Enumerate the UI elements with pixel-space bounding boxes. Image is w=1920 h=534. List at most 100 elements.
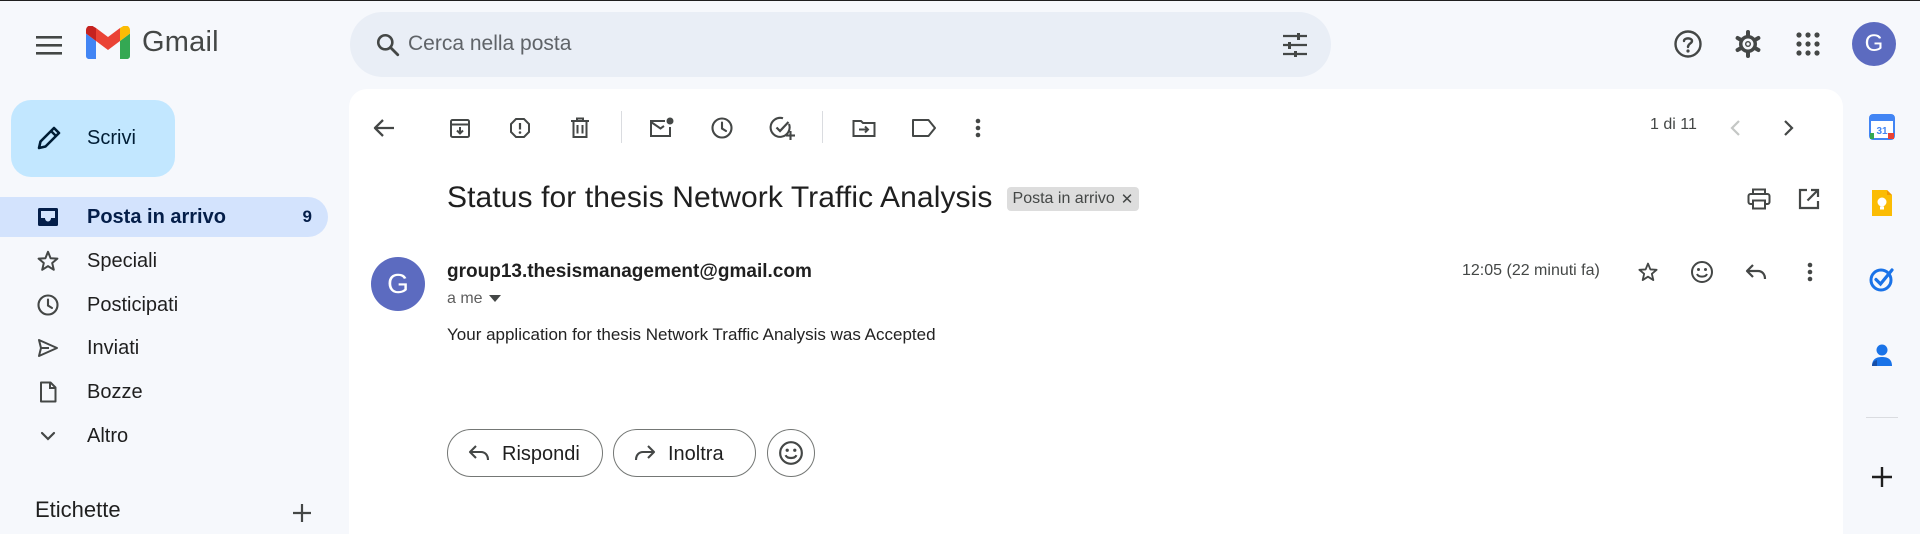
svg-text:31: 31 xyxy=(1876,126,1888,137)
report-spam-button[interactable] xyxy=(498,106,542,150)
clock-icon xyxy=(711,117,733,139)
apps-grid-icon xyxy=(1796,32,1820,56)
label-chip: Posta in arrivo ✕ xyxy=(1006,187,1140,211)
mark-unread-button[interactable] xyxy=(640,106,684,150)
more-vert-icon xyxy=(1807,262,1813,282)
google-apps-button[interactable] xyxy=(1784,20,1832,68)
tasks-app-button[interactable] xyxy=(1858,255,1906,303)
search-input[interactable] xyxy=(408,24,1208,64)
sidebar-item-drafts[interactable]: Bozze xyxy=(0,372,328,412)
older-message-button[interactable] xyxy=(1767,106,1811,150)
emoji-icon xyxy=(1691,261,1713,283)
sidebar-nav: Posta in arrivo 9 Speciali Posticipati I… xyxy=(0,197,328,460)
move-to-button[interactable] xyxy=(842,106,886,150)
search-icon xyxy=(376,33,400,57)
sidebar-item-inbox[interactable]: Posta in arrivo 9 xyxy=(0,197,328,237)
app-name: Gmail xyxy=(142,26,219,58)
delete-button[interactable] xyxy=(558,106,602,150)
back-button[interactable] xyxy=(362,106,406,150)
trash-icon xyxy=(571,117,589,138)
message-subject: Status for thesis Network Traffic Analys… xyxy=(447,181,993,214)
sidebar-item-label: Posta in arrivo xyxy=(87,206,226,228)
forward-label: Inoltra xyxy=(668,443,724,465)
create-label-button[interactable] xyxy=(286,497,318,529)
reply-button[interactable] xyxy=(1734,250,1778,294)
help-icon xyxy=(1674,30,1702,58)
archive-icon xyxy=(450,119,470,138)
contacts-app-button[interactable] xyxy=(1858,331,1906,379)
sidebar-item-sent[interactable]: Inviati xyxy=(0,328,328,368)
calendar-app-button[interactable]: 31 xyxy=(1858,103,1906,151)
labels-button[interactable] xyxy=(902,106,946,150)
plus-icon xyxy=(293,504,311,522)
search-button[interactable] xyxy=(366,23,410,67)
reply-icon xyxy=(468,445,490,461)
menu-icon xyxy=(36,36,62,55)
search-options-button[interactable] xyxy=(1273,23,1317,67)
caret-down-icon[interactable] xyxy=(488,295,501,303)
toolbar-divider xyxy=(822,111,823,143)
reply-icon xyxy=(1745,264,1767,280)
mark-unread-icon xyxy=(650,117,674,137)
get-addons-button[interactable] xyxy=(1858,453,1906,501)
emoji-reaction-button[interactable] xyxy=(767,429,815,477)
move-to-folder-icon xyxy=(852,120,876,137)
sidebar-item-label: Bozze xyxy=(87,381,143,404)
remove-label-icon[interactable]: ✕ xyxy=(1121,190,1134,208)
print-icon xyxy=(1747,188,1771,210)
sidebar-item-label: Inviati xyxy=(87,337,140,360)
keep-app-button[interactable] xyxy=(1858,179,1906,227)
archive-button[interactable] xyxy=(438,106,482,150)
subject-row: Status for thesis Network Traffic Analys… xyxy=(447,181,1140,215)
message-time: 12:05 (22 minuti fa) xyxy=(1462,262,1600,279)
pencil-icon xyxy=(37,126,61,150)
sender-avatar[interactable]: G xyxy=(371,257,425,311)
compose-button[interactable]: Scrivi xyxy=(11,100,175,177)
sidebar-item-label: Posticipati xyxy=(87,293,179,316)
plus-icon xyxy=(1872,467,1892,487)
top-bar: Gmail Cerca nella posta G xyxy=(0,1,1920,89)
label-icon xyxy=(912,119,936,137)
sidebar-item-label: Speciali xyxy=(87,249,158,272)
recipients-label: a me xyxy=(447,290,483,307)
keep-icon xyxy=(1872,190,1892,216)
gmail-m-icon xyxy=(86,26,130,59)
gmail-logo[interactable]: Gmail xyxy=(86,26,219,59)
open-in-new-icon xyxy=(1798,188,1820,210)
forward-action-button[interactable]: Inoltra xyxy=(613,429,756,477)
unread-count: 9 xyxy=(302,207,312,226)
tasks-icon xyxy=(1869,268,1894,292)
message-body: Your application for thesis Network Traf… xyxy=(447,325,936,344)
main-menu-button[interactable] xyxy=(25,21,73,69)
labels-heading: Etichette xyxy=(35,497,121,522)
sender-email[interactable]: group13.thesismanagement@gmail.com xyxy=(447,261,812,283)
account-avatar[interactable]: G xyxy=(1852,22,1896,66)
open-new-window-button[interactable] xyxy=(1789,179,1829,219)
newer-message-button[interactable] xyxy=(1713,106,1757,150)
toolbar-divider xyxy=(621,111,622,143)
print-all-button[interactable] xyxy=(1739,179,1779,219)
settings-button[interactable] xyxy=(1724,20,1772,68)
report-icon xyxy=(510,118,530,138)
add-to-tasks-button[interactable] xyxy=(760,106,804,150)
support-button[interactable] xyxy=(1664,20,1712,68)
pagination-label: 1 di 11 xyxy=(1650,116,1697,133)
star-button[interactable] xyxy=(1626,250,1670,294)
sidebar-item-snoozed[interactable]: Posticipati xyxy=(0,285,328,325)
arrow-back-icon xyxy=(373,119,394,137)
sidebar-item-starred[interactable]: Speciali xyxy=(0,241,328,281)
inbox-icon xyxy=(38,208,58,226)
search-bar[interactable] xyxy=(350,12,1331,77)
snooze-button[interactable] xyxy=(700,106,744,150)
sidebar-item-more[interactable]: Altro xyxy=(0,416,328,456)
message-more-button[interactable] xyxy=(1788,250,1832,294)
contacts-icon xyxy=(1872,344,1892,366)
more-actions-button[interactable] xyxy=(956,106,1000,150)
forward-icon xyxy=(634,445,656,461)
more-vert-icon xyxy=(975,118,981,138)
tune-icon xyxy=(1283,33,1307,57)
add-reaction-button[interactable] xyxy=(1680,250,1724,294)
reply-action-button[interactable]: Rispondi xyxy=(447,429,603,477)
star-icon xyxy=(37,250,59,271)
reply-label: Rispondi xyxy=(502,443,580,465)
